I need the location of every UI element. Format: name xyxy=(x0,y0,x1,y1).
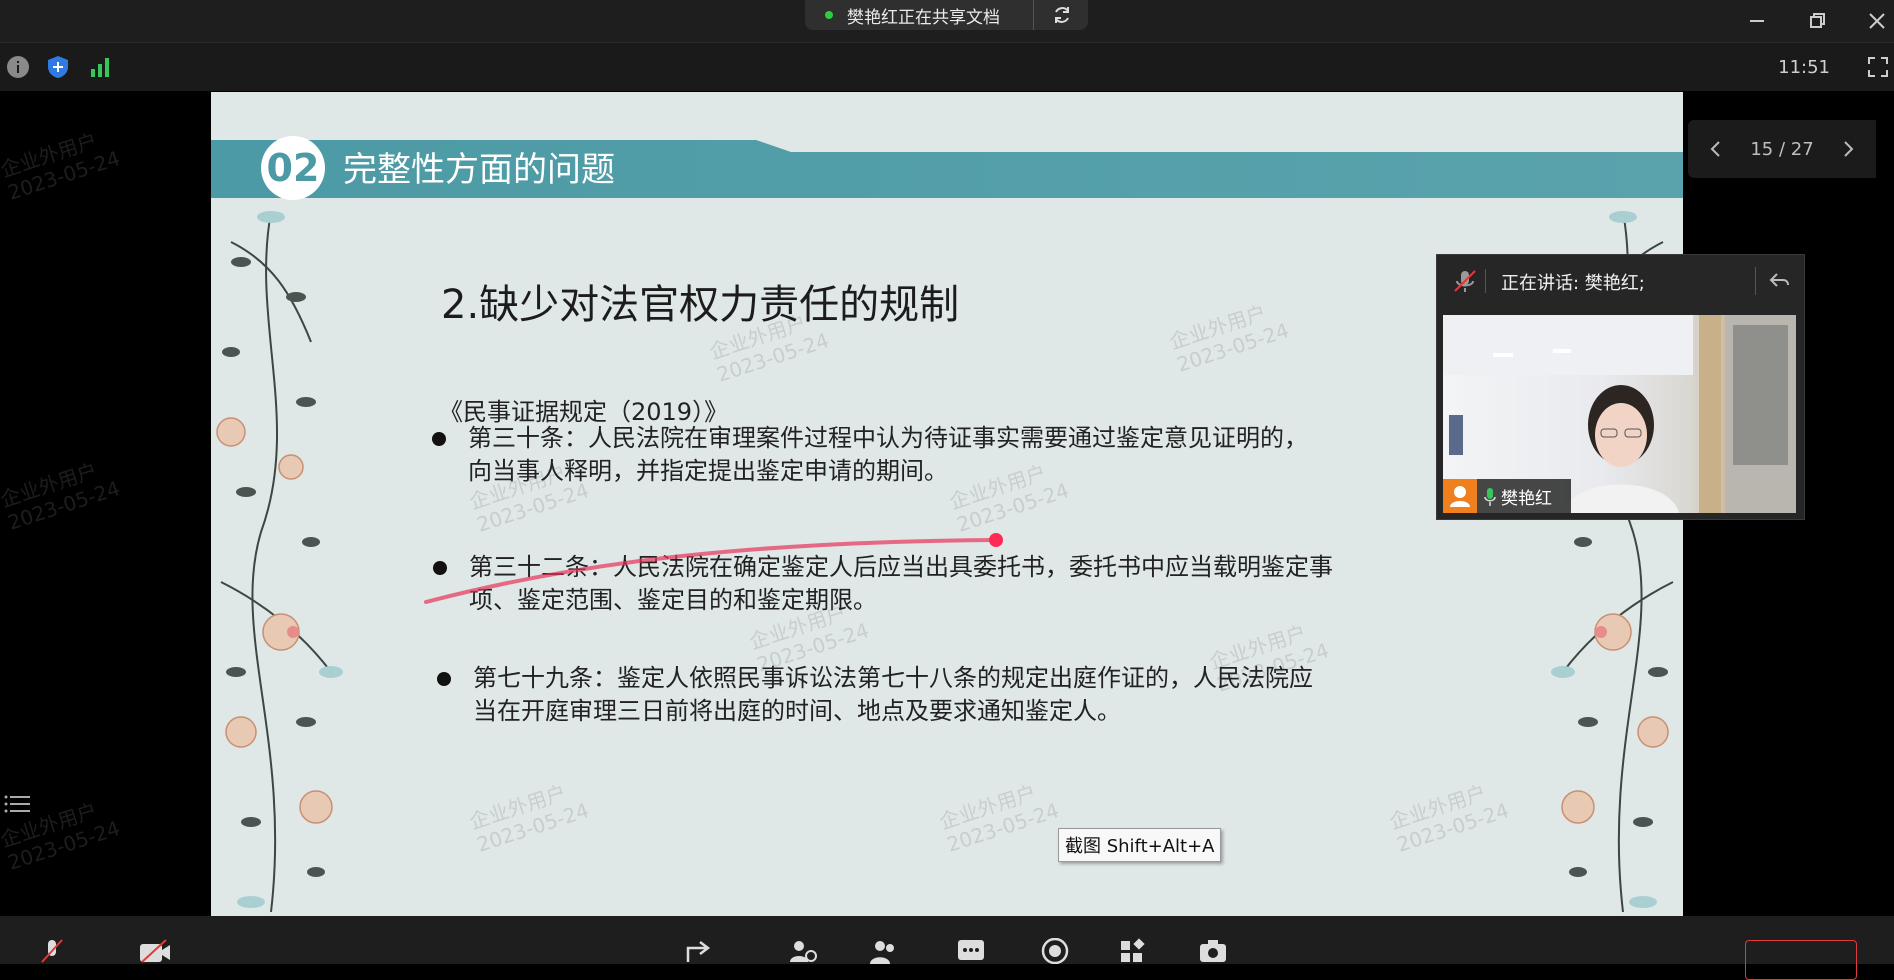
undo-icon[interactable] xyxy=(1767,269,1791,293)
refresh-icon[interactable] xyxy=(1049,2,1075,28)
chat-icon[interactable] xyxy=(956,938,986,964)
restore-icon[interactable] xyxy=(1802,6,1832,36)
bullet-line: 向当事人释明，并指定提出鉴定申请的期间。 xyxy=(468,457,948,485)
annotation-stroke xyxy=(424,533,1003,604)
watermark: 企业外用户 2023-05-24 xyxy=(936,780,1062,857)
chevron-left-icon[interactable] xyxy=(1708,139,1724,159)
share-status-text: 樊艳红正在共享文档 xyxy=(847,7,1000,28)
record-icon[interactable] xyxy=(1040,938,1070,964)
meeting-control-bar xyxy=(0,916,1894,964)
participant-name-tag: 樊艳红 xyxy=(1443,479,1571,513)
bullet-item: 第三十条：人民法院在审理案件过程中认为待证事实需要通过鉴定意见证明的， 向当事人… xyxy=(432,422,1308,488)
video-header: 正在讲话: 樊艳红; xyxy=(1437,255,1804,307)
bullet-line: 第三十条：人民法院在审理案件过程中认为待证事实需要通过鉴定意见证明的， xyxy=(468,424,1308,452)
bullet-line: 第七十九条：鉴定人依照民事诉讼法第七十八条的规定出庭作证的，人民法院应 xyxy=(473,664,1313,692)
section-number-badge: 02 xyxy=(261,136,325,200)
watermark: 企业外用户 2023-05-24 xyxy=(1166,300,1292,377)
screenshot-shortcut-tooltip: 截图 Shift+Alt+A xyxy=(1058,828,1222,862)
meeting-clock: 11:51 xyxy=(1778,57,1830,78)
floral-decoration-left xyxy=(216,211,343,913)
participant-video[interactable]: 樊艳红 xyxy=(1443,315,1796,513)
stop-video-icon[interactable] xyxy=(138,938,172,964)
watermark: 企业外用户 2023-05-24 xyxy=(1386,780,1512,857)
invite-member-icon[interactable] xyxy=(788,938,818,964)
microphone-active-icon xyxy=(1484,488,1496,506)
minimize-icon[interactable] xyxy=(1742,6,1772,36)
user-avatar-icon xyxy=(1443,479,1477,513)
slide-heading: 2.缺少对法官权力责任的规制 xyxy=(441,282,960,328)
page-counter: 15 / 27 xyxy=(1750,138,1814,160)
section-title: 完整性方面的问题 xyxy=(343,150,615,190)
bullet-line: 当在开庭审理三日前将出庭的时间、地点及要求通知鉴定人。 xyxy=(473,697,1121,725)
share-screen-icon[interactable] xyxy=(684,938,714,964)
watermark: 企业外用户 2023-05-24 xyxy=(466,780,592,857)
end-meeting-button[interactable] xyxy=(1745,940,1857,980)
bullet-item: 第七十九条：鉴定人依照民事诉讼法第七十八条的规定出庭作证的，人民法院应 当在开庭… xyxy=(437,662,1313,728)
bullet-dot xyxy=(437,672,451,686)
sharing-indicator-dot xyxy=(825,11,833,19)
watermark: 企业外用户 2023-05-24 xyxy=(0,458,123,535)
pill-divider xyxy=(1033,0,1034,30)
security-shield-icon[interactable] xyxy=(46,55,70,79)
participant-name: 樊艳红 xyxy=(1501,488,1552,509)
meeting-info-bar: 11:51 xyxy=(0,42,1894,91)
title-bar: 樊艳红正在共享文档 xyxy=(0,0,1894,42)
close-icon[interactable] xyxy=(1862,6,1892,36)
camera-snapshot-icon[interactable] xyxy=(1198,938,1228,964)
speaker-video-panel: 正在讲话: 樊艳红; 樊艳红 xyxy=(1436,254,1805,520)
slide-pager: 15 / 27 xyxy=(1688,120,1876,178)
members-icon[interactable] xyxy=(870,938,900,964)
chevron-right-icon[interactable] xyxy=(1840,139,1856,159)
network-signal-icon[interactable] xyxy=(88,55,112,79)
speaking-indicator: 正在讲话: 樊艳红; xyxy=(1501,273,1645,294)
list-icon[interactable] xyxy=(4,790,32,818)
apps-icon[interactable] xyxy=(1118,938,1148,964)
microphone-muted-icon[interactable] xyxy=(1451,267,1479,295)
share-status-pill: 樊艳红正在共享文档 xyxy=(805,0,1088,30)
info-icon[interactable] xyxy=(6,55,30,79)
watermark: 企业外用户 2023-05-24 xyxy=(0,128,123,205)
mute-microphone-icon[interactable] xyxy=(38,936,66,964)
bullet-dot xyxy=(432,432,446,446)
fullscreen-icon[interactable] xyxy=(1866,55,1890,79)
